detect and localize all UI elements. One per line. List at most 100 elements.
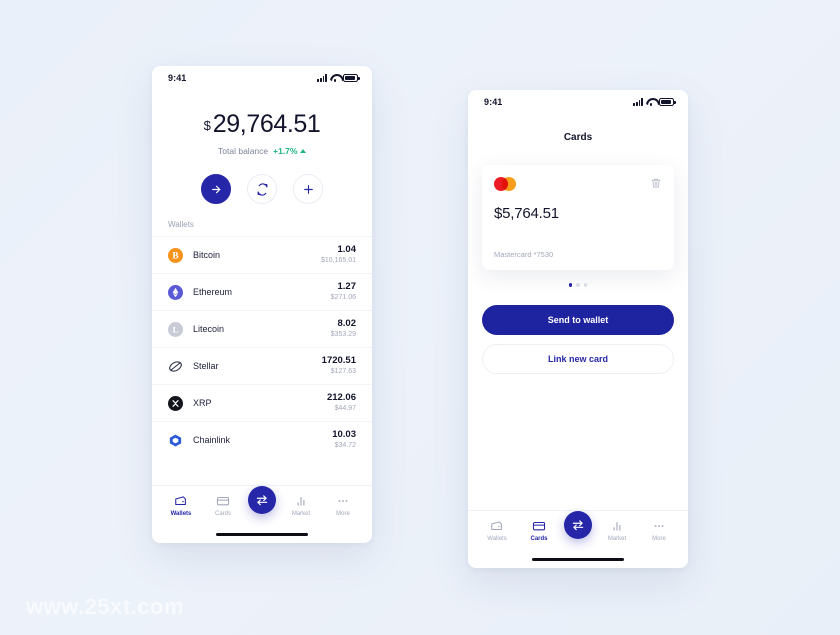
wallet-amount: 1720.51 (321, 355, 356, 367)
balance-amount: 29,764.51 (212, 110, 321, 138)
wallet-name: XRP (193, 398, 212, 408)
wallet-fiat: $127.63 (330, 368, 356, 376)
status-bar: 9:41 (152, 66, 372, 90)
wallet-fiat: $10,165.01 (320, 257, 356, 265)
balance-change-value: +1.7% (273, 146, 298, 156)
svg-text:B: B (172, 251, 178, 261)
tab-wallets[interactable]: Wallets (480, 519, 514, 542)
phone-wallets-screen: 9:41 $ 29,764.51 Total balance +1.7% Wal… (152, 66, 372, 543)
card-header (494, 177, 662, 191)
wifi-icon (646, 98, 656, 107)
link-new-card-button[interactable]: Link new card (482, 343, 674, 374)
tab-cards[interactable]: Cards (206, 494, 240, 517)
tab-label: More (336, 511, 350, 517)
chart-bars-icon (297, 496, 305, 506)
wallet-values: 1.27 $271.06 (331, 281, 356, 302)
balance-amount-row: $ 29,764.51 (152, 112, 372, 137)
swap-fab-button[interactable] (564, 510, 592, 539)
ellipsis-icon (654, 525, 664, 527)
tab-label: Market (291, 511, 311, 517)
balance-change: +1.7% (273, 146, 306, 156)
trash-icon[interactable] (650, 177, 662, 189)
tab-label: Wallets (487, 536, 507, 542)
tab-market[interactable]: Market (284, 494, 318, 517)
wallet-name: Bitcoin (193, 250, 221, 260)
tab-label: Market (607, 536, 627, 542)
wallet-row-ethereum[interactable]: Ethereum 1.27 $271.06 (152, 273, 372, 310)
send-to-wallet-button[interactable]: Send to wallet (482, 304, 674, 335)
signal-bars-icon (633, 98, 643, 106)
litecoin-icon: L (168, 321, 183, 337)
svg-text:L: L (173, 324, 179, 334)
plus-icon (303, 184, 313, 194)
tab-label: More (652, 536, 666, 542)
wallet-icon (491, 521, 502, 531)
exchange-button[interactable] (247, 174, 277, 204)
tab-wallets[interactable]: Wallets (164, 494, 198, 517)
wallet-values: 10.03 $34.72 (332, 429, 356, 450)
home-indicator (468, 550, 688, 568)
wallet-row-chainlink[interactable]: Chainlink 10.03 $34.72 (152, 421, 372, 458)
wallet-name: Stellar (193, 361, 219, 371)
credit-card-item[interactable]: $5,764.51 Mastercard *7530 (482, 165, 674, 270)
wallets-list-title: Wallets (168, 220, 194, 229)
tab-market[interactable]: Market (600, 519, 634, 542)
arrow-right-icon (211, 185, 220, 193)
wallet-values: 8.02 $353.29 (331, 318, 356, 339)
bitcoin-icon: B (168, 247, 183, 263)
caret-up-icon (299, 149, 306, 153)
tab-more[interactable]: More (642, 519, 676, 542)
chart-bars-icon (613, 521, 621, 531)
wallet-amount: 10.03 (332, 429, 356, 441)
status-bar-indicators (317, 74, 360, 83)
wallet-values: 1.04 $10,165.01 (321, 244, 356, 265)
balance-label: Total balance (218, 146, 269, 156)
ellipsis-icon (338, 500, 348, 502)
wallet-amount: 1.27 (337, 281, 357, 293)
xrp-icon (168, 395, 183, 411)
balance-header: $ 29,764.51 Total balance +1.7% (152, 90, 372, 204)
wallet-name: Litecoin (193, 324, 225, 334)
wallets-screen-body: $ 29,764.51 Total balance +1.7% Wallets … (152, 90, 372, 543)
swap-icon (256, 494, 268, 505)
card-icon (216, 496, 230, 506)
swap-fab-button[interactable] (248, 485, 276, 514)
wallet-amount: 8.02 (337, 318, 357, 330)
tab-more[interactable]: More (326, 494, 360, 517)
tab-label: Cards (530, 536, 548, 542)
status-bar-indicators (633, 98, 676, 107)
wallet-values: 212.06 $44.97 (327, 392, 356, 413)
wallet-row-bitcoin[interactable]: B Bitcoin 1.04 $10,165.01 (152, 236, 372, 273)
stellar-icon (168, 359, 183, 374)
wallet-values: 1720.51 $127.63 (322, 355, 356, 376)
bottom-tab-bar: Wallets Cards Market More (468, 510, 688, 550)
wifi-icon (330, 74, 340, 83)
home-indicator (152, 525, 372, 543)
mastercard-icon (494, 177, 516, 191)
wallet-fiat: $34.72 (334, 442, 356, 450)
tab-cards[interactable]: Cards (522, 519, 556, 542)
wallet-row-litecoin[interactable]: L Litecoin 8.02 $353.29 (152, 310, 372, 347)
add-button[interactable] (293, 174, 323, 204)
ethereum-icon (168, 284, 183, 300)
phone-cards-screen: 9:41 Cards $5,764.51 Mastercard *7530 Se… (468, 90, 688, 568)
balance-subtitle: Total balance +1.7% (152, 146, 372, 156)
wallets-list: B Bitcoin 1.04 $10,165.01 Ethereum 1.27 … (152, 236, 372, 485)
send-button[interactable] (201, 174, 231, 204)
wallet-amount: 212.06 (326, 392, 356, 404)
card-meta: Mastercard *7530 (494, 250, 554, 259)
refresh-swap-icon (257, 182, 267, 196)
card-icon (532, 521, 546, 531)
battery-icon (659, 98, 676, 106)
swap-icon (572, 519, 584, 530)
balance-currency-symbol: $ (203, 118, 211, 133)
card-actions: Send to wallet Link new card (468, 287, 688, 374)
status-bar-time: 9:41 (168, 73, 187, 83)
wallet-row-xrp[interactable]: XRP 212.06 $44.97 (152, 384, 372, 421)
wallet-row-stellar[interactable]: Stellar 1720.51 $127.63 (152, 347, 372, 384)
signal-bars-icon (317, 74, 327, 82)
cards-screen-body: Cards $5,764.51 Mastercard *7530 Send to… (468, 114, 688, 568)
bottom-tab-bar: Wallets Cards Market More (152, 485, 372, 525)
wallet-fiat: $353.29 (330, 331, 356, 339)
